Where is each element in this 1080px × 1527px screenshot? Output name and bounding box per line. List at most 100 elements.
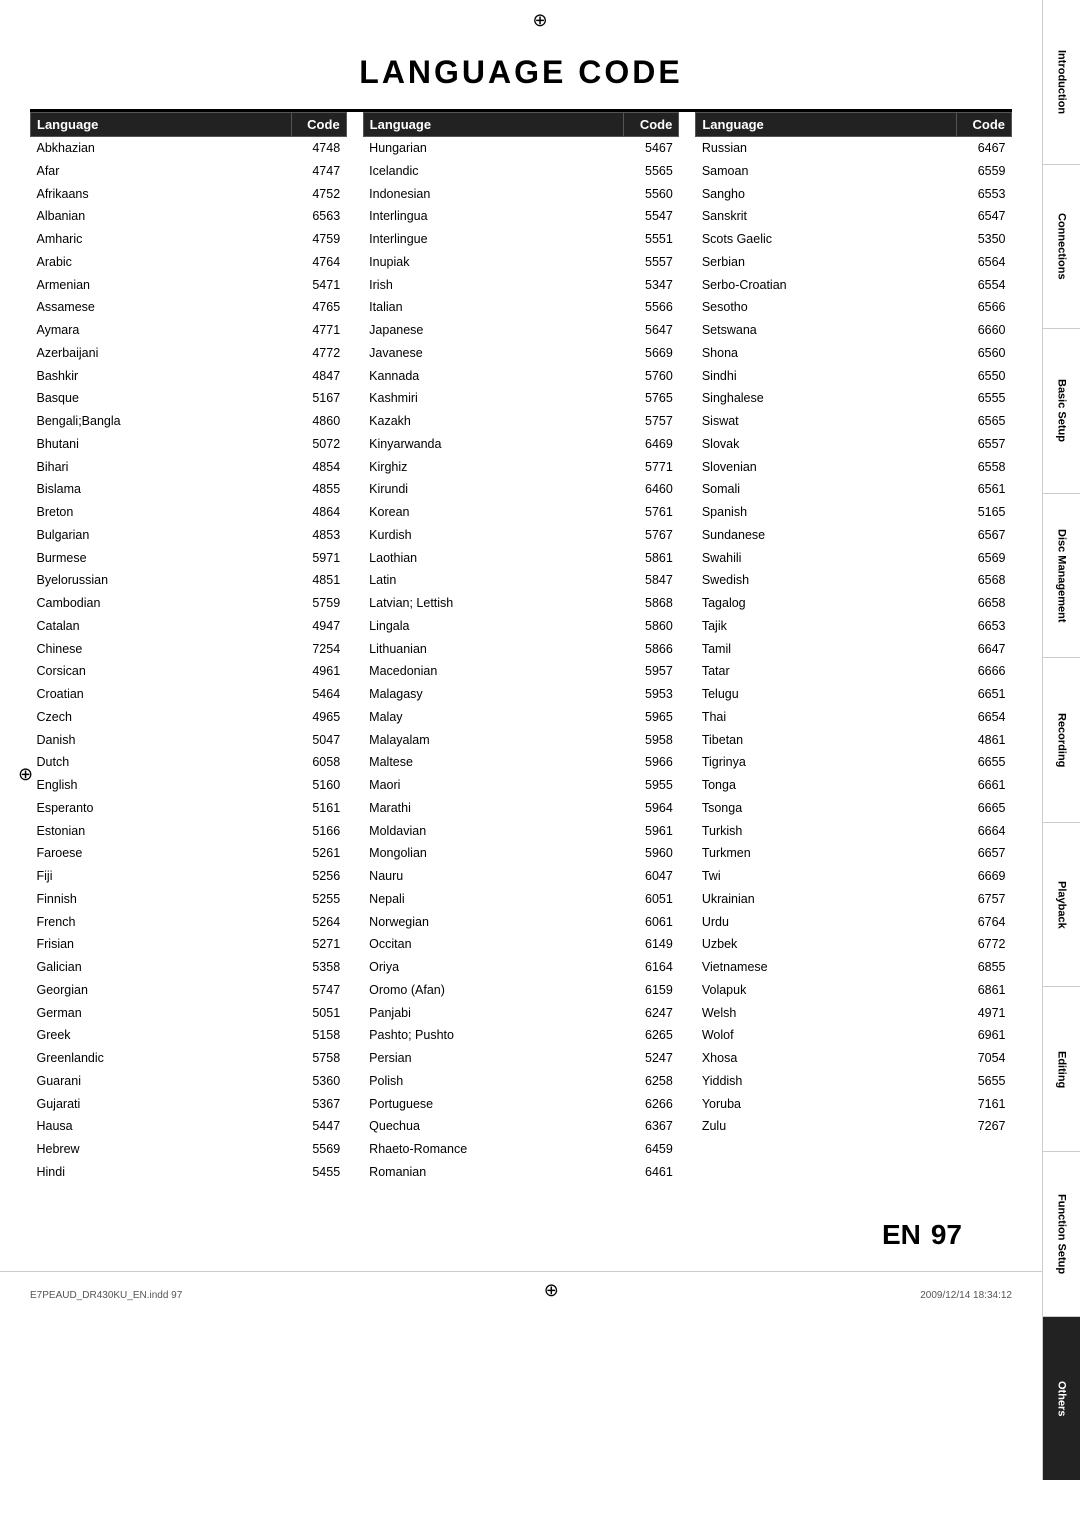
language-name: Norwegian	[363, 911, 624, 934]
language-code: 4853	[291, 524, 346, 547]
language-code: 6047	[624, 865, 679, 888]
table-row: Latvian; Lettish5868	[363, 592, 679, 615]
language-code: 4854	[291, 456, 346, 479]
sidebar-item-playback[interactable]: Playback	[1043, 823, 1080, 988]
language-code: 6665	[957, 797, 1012, 820]
table-row: Twi6669	[696, 865, 1012, 888]
language-code: 5565	[624, 160, 679, 183]
language-name: Interlingue	[363, 228, 624, 251]
sidebar-item-editing[interactable]: Editing	[1043, 987, 1080, 1152]
table-row: Croatian5464	[31, 683, 347, 706]
sidebar-item-recording[interactable]: Recording	[1043, 658, 1080, 823]
language-code: 5760	[624, 365, 679, 388]
language-name: Sesotho	[696, 296, 957, 319]
sidebar-item-others[interactable]: Others	[1043, 1317, 1080, 1481]
table-row: Spanish5165	[696, 501, 1012, 524]
language-name: Byelorussian	[31, 569, 292, 592]
language-code: 5256	[291, 865, 346, 888]
language-name: Setswana	[696, 319, 957, 342]
language-code: 6647	[957, 638, 1012, 661]
language-code: 5360	[291, 1070, 346, 1093]
language-code: 5447	[291, 1115, 346, 1138]
language-name: Italian	[363, 296, 624, 319]
language-code: 5669	[624, 342, 679, 365]
language-code: 6547	[957, 205, 1012, 228]
language-name: Greenlandic	[31, 1047, 292, 1070]
language-name: Volapuk	[696, 979, 957, 1002]
language-code: 6467	[957, 137, 1012, 160]
language-code: 4860	[291, 410, 346, 433]
language-name: Inupiak	[363, 251, 624, 274]
language-code: 5167	[291, 387, 346, 410]
table-row: Dutch6058	[31, 751, 347, 774]
language-code: 5255	[291, 888, 346, 911]
language-name: Laothian	[363, 547, 624, 570]
language-name: Cambodian	[31, 592, 292, 615]
table-row: Shona6560	[696, 342, 1012, 365]
language-name: Finnish	[31, 888, 292, 911]
language-name: Kirghiz	[363, 456, 624, 479]
language-code: 5557	[624, 251, 679, 274]
language-name: Basque	[31, 387, 292, 410]
language-code: 6661	[957, 774, 1012, 797]
language-code: 6247	[624, 1002, 679, 1025]
language-name: Polish	[363, 1070, 624, 1093]
col3-lang-header: Language	[696, 113, 957, 137]
language-code: 6961	[957, 1024, 1012, 1047]
table-row: Danish5047	[31, 729, 347, 752]
language-name: Catalan	[31, 615, 292, 638]
language-name: Javanese	[363, 342, 624, 365]
language-code: 6565	[957, 410, 1012, 433]
language-name: Armenian	[31, 274, 292, 297]
language-code: 4752	[291, 183, 346, 206]
language-code: 4947	[291, 615, 346, 638]
language-code: 6566	[957, 296, 1012, 319]
language-code: 4861	[957, 729, 1012, 752]
language-name: Yiddish	[696, 1070, 957, 1093]
language-name: Pashto; Pushto	[363, 1024, 624, 1047]
sidebar-item-disc-management[interactable]: Disc Management	[1043, 494, 1080, 659]
language-name: Serbian	[696, 251, 957, 274]
language-code: 5247	[624, 1047, 679, 1070]
language-name: Azerbaijani	[31, 342, 292, 365]
language-code: 5166	[291, 820, 346, 843]
language-name: Russian	[696, 137, 957, 160]
language-name: Georgian	[31, 979, 292, 1002]
language-code: 6669	[957, 865, 1012, 888]
table-row: Macedonian5957	[363, 660, 679, 683]
language-name: Slovenian	[696, 456, 957, 479]
language-code: 5861	[624, 547, 679, 570]
sidebar-item-function-setup[interactable]: Function Setup	[1043, 1152, 1080, 1317]
table-row: Hungarian5467	[363, 137, 679, 160]
table-row: Czech4965	[31, 706, 347, 729]
language-code: 5964	[624, 797, 679, 820]
language-code: 5847	[624, 569, 679, 592]
table-row: English5160	[31, 774, 347, 797]
table-row: Yiddish5655	[696, 1070, 1012, 1093]
sidebar-item-basic-setup[interactable]: Basic Setup	[1043, 329, 1080, 494]
language-name: Danish	[31, 729, 292, 752]
sidebar-item-connections[interactable]: Connections	[1043, 165, 1080, 330]
language-code: 5761	[624, 501, 679, 524]
table-row: Kinyarwanda6469	[363, 433, 679, 456]
table-row: Sundanese6567	[696, 524, 1012, 547]
language-code: 6558	[957, 456, 1012, 479]
table-row: French5264	[31, 911, 347, 934]
table-row: Bulgarian4853	[31, 524, 347, 547]
language-code: 6651	[957, 683, 1012, 706]
language-code: 4855	[291, 478, 346, 501]
language-code: 6051	[624, 888, 679, 911]
language-name: Panjabi	[363, 1002, 624, 1025]
sidebar-item-introduction[interactable]: Introduction	[1043, 0, 1080, 165]
table-row: Slovenian6558	[696, 456, 1012, 479]
language-name: Twi	[696, 865, 957, 888]
language-code: 6367	[624, 1115, 679, 1138]
language-name: Kinyarwanda	[363, 433, 624, 456]
language-code: 5966	[624, 751, 679, 774]
language-name: Bislama	[31, 478, 292, 501]
table-row: Wolof6961	[696, 1024, 1012, 1047]
table-row: Maori5955	[363, 774, 679, 797]
language-name: Uzbek	[696, 933, 957, 956]
table-row: Romanian6461	[363, 1161, 679, 1184]
language-code: 5471	[291, 274, 346, 297]
